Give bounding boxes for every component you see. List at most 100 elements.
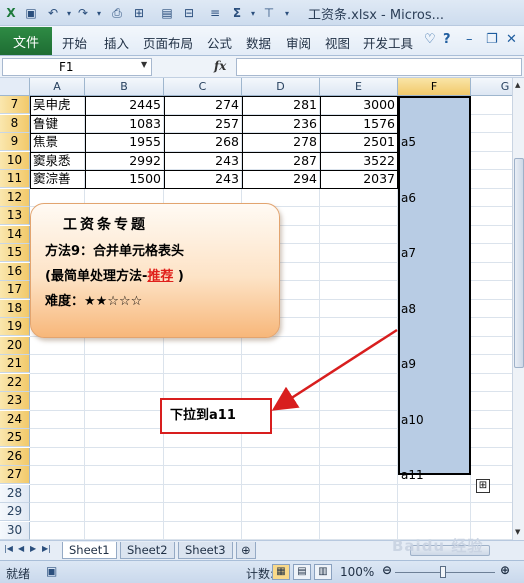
zoom-slider-thumb[interactable] [440,566,446,578]
last-sheet-icon[interactable]: ▶| [42,544,51,553]
column-header-d[interactable]: D [242,78,320,96]
row-header-10[interactable]: 10 [0,151,30,170]
row-header-25[interactable]: 25 [0,429,30,447]
row-header-9[interactable]: 9 [0,133,30,151]
cell-f-value[interactable]: a9 [401,357,416,371]
row-header-19[interactable]: 19 [0,318,30,336]
table-inner-border [30,133,398,134]
page-break-view-button[interactable]: ▥ [314,564,332,580]
page-layout-view-button[interactable]: ▤ [293,564,311,580]
row-header-12[interactable]: 12 [0,188,30,207]
column-header-a[interactable]: A [30,78,85,96]
row-header-15[interactable]: 15 [0,244,30,262]
vertical-scrollbar[interactable]: ▲ ▼ [512,78,524,540]
cell-f-value[interactable]: a7 [401,246,416,260]
zoom-out-icon[interactable]: ⊖ [382,563,392,577]
tab-developer[interactable]: 开发工具 [363,33,413,52]
auto-fill-options-icon[interactable]: ⊞ [476,479,490,493]
prev-sheet-icon[interactable]: ◀ [18,544,24,553]
scroll-up-icon[interactable]: ▲ [515,81,520,89]
cell-f-value[interactable]: a5 [401,135,416,149]
cell-f-value[interactable]: a11 [401,468,424,482]
excel-logo-icon: X [6,6,16,20]
callout-method: 方法9：合并单元格表头 [45,244,185,259]
column-header-g[interactable]: G [471,78,512,96]
tab-view[interactable]: 视图 [325,33,350,52]
justify-icon[interactable]: ≡ [206,3,224,23]
first-sheet-icon[interactable]: |◀ [4,544,13,553]
row-header-11[interactable]: 11 [0,170,30,188]
customize-qat-icon[interactable]: ▾ [278,3,296,23]
table-inner-border [30,114,398,116]
column-header-e[interactable]: E [320,78,398,96]
column-header-c[interactable]: C [164,78,242,96]
sheet-tab-sheet1[interactable]: Sheet1 [62,542,117,559]
insert-function-icon[interactable]: fx [214,59,226,73]
name-box[interactable]: F1 [2,58,152,76]
select-all-corner[interactable] [0,78,30,96]
row-header-7[interactable]: 7 [0,96,30,114]
row-header-21[interactable]: 21 [0,355,30,373]
row-header-29[interactable]: 29 [0,503,30,521]
tab-insert[interactable]: 插入 [104,33,129,52]
window-close-icon[interactable]: ✕ [506,32,517,47]
row-header-20[interactable]: 20 [0,336,30,355]
row-header-27[interactable]: 27 [0,466,30,484]
callout-title: 工资条专题 [63,217,148,233]
row-header-16[interactable]: 16 [0,262,30,281]
window-restore-icon[interactable]: ❐ [486,32,498,47]
tab-home[interactable]: 开始 [62,33,87,52]
name-box-dropdown-icon[interactable]: ▼ [141,60,147,69]
tab-page-layout[interactable]: 页面布局 [143,33,193,52]
format-painter-icon[interactable]: ⊞ [130,3,148,23]
callout-difficulty: 难度：★★☆☆☆ [45,294,143,309]
row-header-23[interactable]: 23 [0,392,30,410]
topic-callout: 工资条专题 方法9：合并单元格表头 (最简单处理方法-推荐 ) 难度：★★☆☆☆ [30,203,280,338]
cell-f-value[interactable]: a6 [401,191,416,205]
row-header-30[interactable]: 30 [0,521,30,540]
tab-formulas[interactable]: 公式 [207,33,232,52]
insert-sheet-icon[interactable]: ⊕ [236,542,256,559]
window-minimize-icon[interactable]: – [466,32,473,47]
sheet-tab-sheet2[interactable]: Sheet2 [120,542,175,559]
worksheet-grid[interactable]: ABCDEFG 7 8 9 10 11 12 13 14 15 16 17 18 19 20 21 22 23 2… [0,78,512,540]
row-header-8[interactable]: 8 [0,114,30,133]
column-header-f[interactable]: F [398,78,471,96]
calculator-icon[interactable]: ▤ [158,3,176,23]
save-icon[interactable]: ▣ [22,3,40,23]
next-sheet-icon[interactable]: ▶ [30,544,36,553]
zoom-level[interactable]: 100% [340,565,374,579]
callout-note: (最简单处理方法-推荐 ) [45,265,265,284]
scroll-down-icon[interactable]: ▼ [515,528,520,536]
redo-dropdown-icon[interactable]: ▾ [90,3,108,23]
tab-data[interactable]: 数据 [246,33,271,52]
align-icon[interactable]: ⊤ [260,3,278,23]
row-header-28[interactable]: 28 [0,484,30,503]
vertical-scroll-thumb[interactable] [514,158,524,368]
row-header-24[interactable]: 24 [0,410,30,429]
cell-f-value[interactable]: a8 [401,302,416,316]
row-header-17[interactable]: 17 [0,281,30,299]
row-header-22[interactable]: 22 [0,373,30,392]
table-icon[interactable]: ⊟ [180,3,198,23]
sheet-tab-sheet3[interactable]: Sheet3 [178,542,233,559]
window-title: 工资条.xlsx - Micros... [308,8,445,23]
macro-record-icon[interactable]: ▣ [46,564,57,578]
print-preview-icon[interactable]: ⎙ [108,3,126,23]
column-header-b[interactable]: B [85,78,164,96]
table-inner-border [85,96,86,189]
normal-view-button[interactable]: ▦ [272,564,290,580]
ribbon-minimize-icon[interactable]: ♡ [424,32,436,47]
row-header-14[interactable]: 14 [0,225,30,244]
tab-review[interactable]: 审阅 [286,33,311,52]
zoom-in-icon[interactable]: ⊕ [500,563,510,577]
formula-input[interactable] [236,58,522,76]
row-header-13[interactable]: 13 [0,207,30,225]
recommend-link[interactable]: 推荐 [147,269,173,284]
row-header-26[interactable]: 26 [0,447,30,466]
gridline-horizontal [30,483,512,485]
row-header-18[interactable]: 18 [0,299,30,318]
help-icon[interactable]: ? [443,32,451,47]
tab-file[interactable]: 文件 [0,27,52,55]
cell-f-value[interactable]: a10 [401,413,424,427]
